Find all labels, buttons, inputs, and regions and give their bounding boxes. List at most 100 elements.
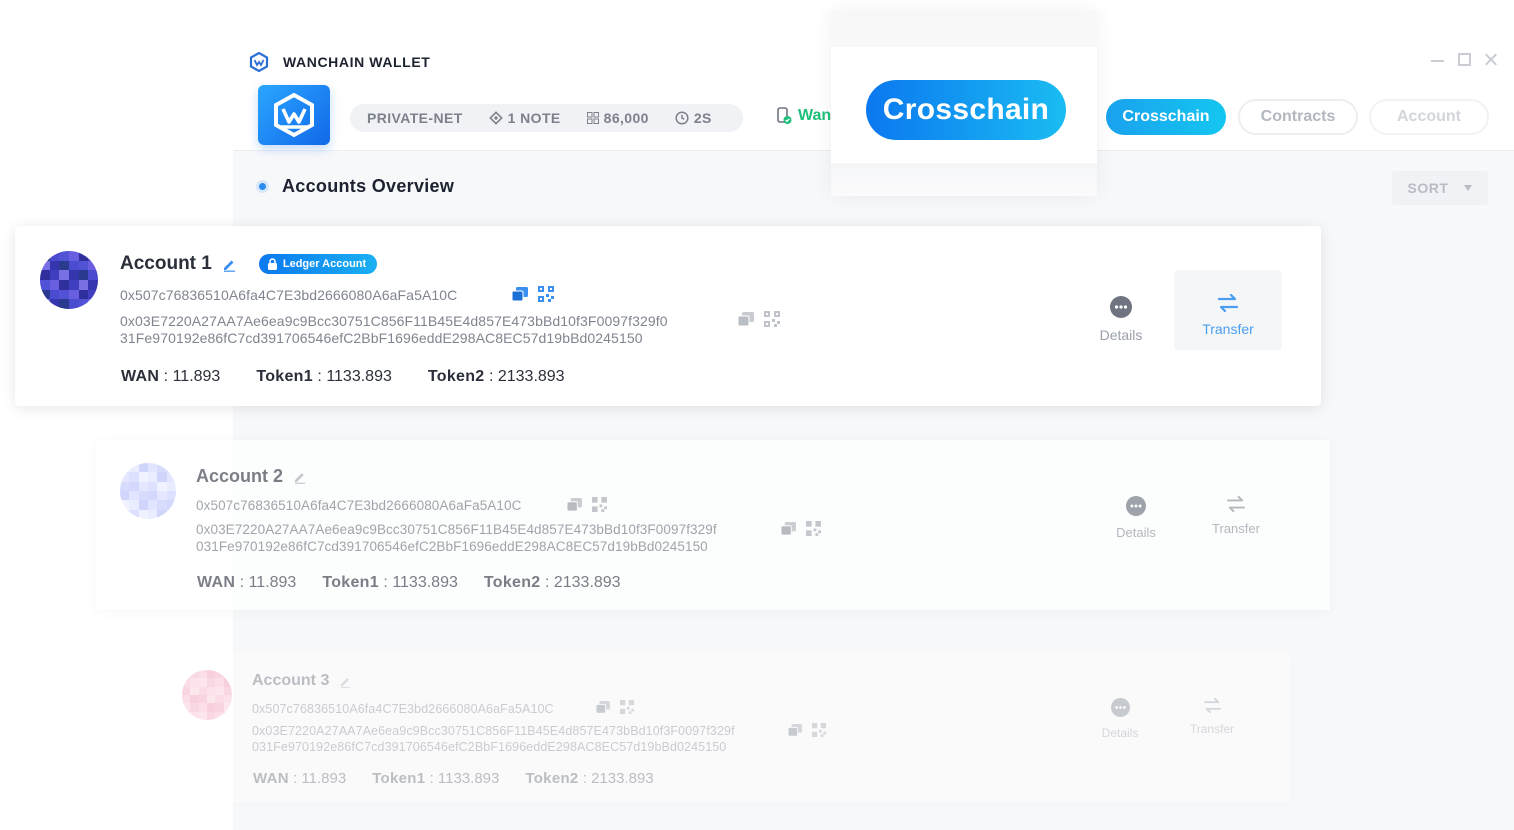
close-icon[interactable] <box>1485 53 1498 66</box>
balance-token1: Token1 : 1133.893 <box>322 574 458 591</box>
ledger-badge: Ledger Account <box>258 254 378 274</box>
account-name-text: Account 3 <box>252 672 330 689</box>
transfer-label: Transfer <box>1202 321 1254 337</box>
qrcode-icon[interactable] <box>806 521 821 536</box>
qrcode-icon[interactable] <box>812 723 826 737</box>
address-actions <box>512 286 554 302</box>
details-button[interactable]: Details <box>1106 496 1166 540</box>
account-address: 0x507c76836510A6fa4C7E3bd2666080A6aFa5A1… <box>120 287 458 303</box>
transfer-arrows-icon <box>1217 294 1239 312</box>
avatar <box>182 670 232 720</box>
avatar <box>40 251 98 309</box>
public-key: 0x03E7220A27AA7Ae6ea9c9Bcc30751C856F11B4… <box>196 521 717 555</box>
balance-token: Token2 <box>483 574 541 591</box>
balance-value: 11.893 <box>248 574 297 591</box>
tab-crosschain[interactable]: Crosschain <box>1106 99 1226 135</box>
address-actions <box>596 700 634 714</box>
caret-down-icon <box>1464 185 1473 191</box>
copy-icon[interactable] <box>738 311 754 327</box>
transfer-button[interactable]: Transfer <box>1196 496 1276 536</box>
details-label: Details <box>1099 327 1143 343</box>
more-icon <box>1110 296 1132 318</box>
account-card: Account 1 Ledger Account 0x507c76836510A… <box>15 226 1321 406</box>
qrcode-icon[interactable] <box>764 311 780 327</box>
transfer-arrows-icon <box>1227 496 1245 512</box>
account-address: 0x507c76836510A6fa4C7E3bd2666080A6aFa5A1… <box>196 498 522 513</box>
network-name: PRIVATE-NET <box>367 110 463 126</box>
balance-wan: WAN : 11.893 <box>121 368 221 385</box>
transfer-label: Transfer <box>1212 521 1260 536</box>
balances: WAN : 11.893 Token1 : 1133.893 Token2 : … <box>253 770 654 787</box>
details-label: Details <box>1101 726 1139 740</box>
edit-icon[interactable] <box>293 470 307 484</box>
wanchain-logo-icon <box>249 52 269 72</box>
clock-icon <box>675 111 689 125</box>
public-key: 0x03E7220A27AA7Ae6ea9c9Bcc30751C856F11B4… <box>120 313 668 347</box>
page-title-text: Accounts Overview <box>282 176 455 196</box>
account-name-text: Account 2 <box>196 466 284 486</box>
qrcode-icon[interactable] <box>592 497 607 512</box>
network-status: PRIVATE-NET 1 NOTE 86,000 2S <box>350 104 743 132</box>
balance-token2: Token2 : 2133.893 <box>427 368 565 385</box>
maximize-icon[interactable] <box>1458 53 1471 66</box>
balance-value: 2133.893 <box>497 368 565 385</box>
details-button[interactable]: Details <box>1091 296 1151 343</box>
balance-value: 1133.893 <box>326 368 392 385</box>
edit-icon[interactable] <box>222 257 237 272</box>
public-key: 0x03E7220A27AA7Ae6ea9c9Bcc30751C856F11B4… <box>252 723 735 755</box>
edit-icon[interactable] <box>339 675 352 688</box>
account-name-text: Account 1 <box>120 253 212 274</box>
public-key-line: 31Fe970192e86fC7cd391706546efC2BbF1696ed… <box>120 330 643 346</box>
account-name: Account 2 <box>196 466 307 487</box>
window-controls <box>1431 53 1498 66</box>
details-button[interactable]: Details <box>1090 698 1150 740</box>
address-actions <box>567 497 607 512</box>
block-time-text: 2S <box>693 110 712 126</box>
lock-icon <box>267 258 277 270</box>
public-key-line: 031Fe970192e86fC7cd391706546efC2BbF1696e… <box>196 539 708 554</box>
tab-contracts[interactable]: Contracts <box>1238 99 1358 135</box>
transfer-button[interactable]: Transfer <box>1172 698 1252 736</box>
wan-status-text: Wan <box>798 107 832 124</box>
window-title: WANCHAIN WALLET <box>283 54 431 70</box>
copy-icon[interactable] <box>567 497 582 512</box>
balance-value: 11.893 <box>172 368 221 385</box>
copy-icon[interactable] <box>512 286 528 302</box>
wanchain-logo-icon <box>274 92 314 138</box>
copy-icon[interactable] <box>781 521 796 536</box>
public-key-actions <box>738 311 780 327</box>
minimize-icon[interactable] <box>1431 53 1444 66</box>
block-icon <box>586 112 599 124</box>
copy-icon[interactable] <box>788 723 802 737</box>
balance-token1: Token1 : 1133.893 <box>256 368 392 385</box>
transfer-label: Transfer <box>1189 722 1235 736</box>
balance-token2: Token2 : 2133.893 <box>525 770 654 787</box>
balance-value: 2133.893 <box>591 770 654 787</box>
wan-status: Wan <box>776 107 831 125</box>
node-icon <box>488 111 503 125</box>
balance-token1: Token1 : 1133.893 <box>372 770 500 787</box>
qrcode-icon[interactable] <box>538 286 554 302</box>
transfer-arrows-icon <box>1203 698 1221 713</box>
account-name: Account 1 Ledger Account <box>120 253 378 275</box>
sort-dropdown[interactable]: SORT <box>1392 171 1488 205</box>
balance-wan: WAN : 11.893 <box>197 574 297 591</box>
copy-icon[interactable] <box>596 700 610 714</box>
ledger-badge-text: Ledger Account <box>282 258 367 270</box>
balance-token: Token1 <box>372 770 426 787</box>
more-icon <box>1126 496 1146 516</box>
balance-token: WAN <box>253 770 289 787</box>
crosschain-button-zoomed[interactable]: Crosschain <box>866 80 1066 140</box>
qrcode-icon[interactable] <box>620 700 634 714</box>
public-key-line: 0x03E7220A27AA7Ae6ea9c9Bcc30751C856F11B4… <box>120 313 668 329</box>
public-key-line: 031Fe970192e86fC7cd391706546efC2BbF1696e… <box>252 740 727 754</box>
transfer-button[interactable]: Transfer <box>1174 270 1282 350</box>
page-title: Accounts Overview <box>259 176 454 197</box>
balances: WAN : 11.893 Token1 : 1133.893 Token2 : … <box>197 574 621 592</box>
balance-token2: Token2 : 2133.893 <box>483 574 621 591</box>
details-label: Details <box>1116 525 1156 540</box>
crosschain-zoom-callout: Crosschain <box>831 11 1097 196</box>
tab-account[interactable]: Account <box>1369 99 1489 135</box>
device-check-icon <box>777 107 792 124</box>
account-card: Account 3 0x507c76836510A6fa4C7E3bd26660… <box>160 652 1290 802</box>
